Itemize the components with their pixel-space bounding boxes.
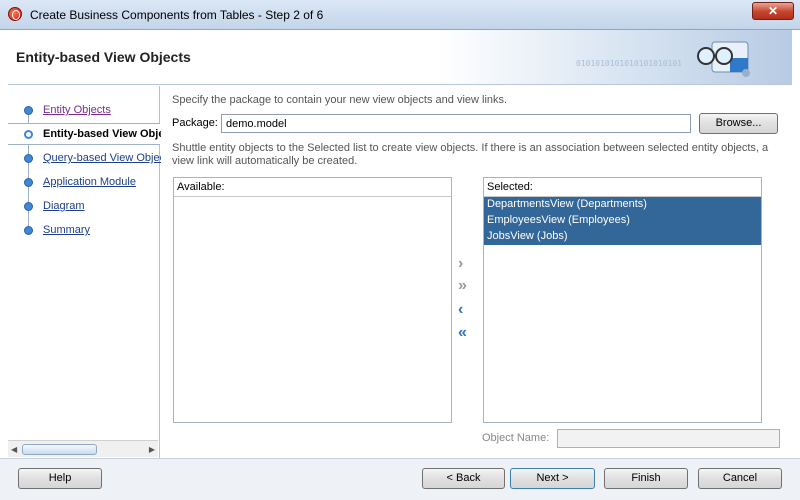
back-button[interactable]: < Back <box>422 468 505 489</box>
window-close-button[interactable]: ✕ <box>752 2 794 20</box>
scroll-left-arrow-icon[interactable]: ◀ <box>11 445 17 454</box>
finish-button[interactable]: Finish <box>604 468 688 489</box>
nav-item-label: Entity Objects <box>43 104 111 116</box>
step-dot-icon <box>24 130 33 139</box>
nav-item-label: Entity-based View Objects <box>43 128 181 140</box>
selected-list-header: Selected: <box>484 178 761 197</box>
scrollbar-thumb[interactable] <box>22 444 97 455</box>
nav-item-label: Summary <box>43 224 91 236</box>
wizard-footer: Help < Back Next > Finish Cancel <box>0 458 800 500</box>
page-title: Entity-based View Objects <box>16 49 191 65</box>
glasses-icon <box>697 41 750 77</box>
nav-item-entity-objects[interactable]: Entity Objects <box>8 100 160 122</box>
nav-item-summary[interactable]: Summary <box>8 220 160 242</box>
move-all-right-icon[interactable]: » <box>458 277 467 295</box>
window-title: Create Business Components from Tables -… <box>30 8 324 22</box>
step-dot-icon <box>24 226 33 235</box>
nav-item-label: Diagram <box>43 200 85 212</box>
available-list-header: Available: <box>174 178 451 197</box>
selected-list[interactable]: Selected: DepartmentsView (Departments) … <box>483 177 762 423</box>
step-dot-icon <box>24 106 33 115</box>
cancel-button[interactable]: Cancel <box>698 468 782 489</box>
shuttle-description-line-1: Shuttle entity objects to the Selected l… <box>172 142 769 154</box>
move-all-left-icon[interactable]: « <box>458 324 467 342</box>
wizard-header: Entity-based View Objects 01010101010101… <box>8 30 792 85</box>
package-label: Package: <box>172 117 218 129</box>
object-name-label: Object Name: <box>482 432 550 444</box>
list-item[interactable]: EmployeesView (Employees) <box>484 213 761 229</box>
header-binary-decoration: 0101010101010101010101 <box>576 59 682 68</box>
step-dot-icon <box>24 178 33 187</box>
list-item[interactable]: DepartmentsView (Departments) <box>484 197 761 213</box>
nav-horizontal-scrollbar[interactable]: ◀ ▶ <box>8 440 158 457</box>
nav-item-query-based-view-objects[interactable]: Query-based View Objects <box>8 148 174 170</box>
step-dot-icon <box>24 154 33 163</box>
available-list[interactable]: Available: <box>173 177 452 423</box>
wizard-main-panel: Specify the package to contain your new … <box>161 86 792 458</box>
move-right-icon[interactable]: › <box>458 255 463 273</box>
next-button[interactable]: Next > <box>510 468 595 489</box>
shuttle-description-line-2: view link will automatically be created. <box>172 155 358 167</box>
package-description: Specify the package to contain your new … <box>172 94 508 106</box>
nav-item-entity-based-view-objects[interactable]: Entity-based View Objects <box>8 123 180 145</box>
nav-item-label: Query-based View Objects <box>43 152 174 164</box>
window-title-bar: Create Business Components from Tables -… <box>0 0 800 30</box>
nav-item-diagram[interactable]: Diagram <box>8 196 160 218</box>
object-name-field[interactable] <box>557 429 780 448</box>
nav-item-label: Application Module <box>43 176 136 188</box>
move-left-icon[interactable]: ‹ <box>458 301 463 319</box>
scroll-right-arrow-icon[interactable]: ▶ <box>149 445 155 454</box>
nav-item-application-module[interactable]: Application Module <box>8 172 160 194</box>
help-button[interactable]: Help <box>18 468 102 489</box>
step-dot-icon <box>24 202 33 211</box>
browse-button[interactable]: Browse... <box>699 113 778 134</box>
list-item[interactable]: JobsView (Jobs) <box>484 229 761 245</box>
package-input[interactable] <box>221 114 691 133</box>
wizard-step-navigation: Entity Objects Entity-based View Objects… <box>8 86 180 458</box>
jdeveloper-app-icon <box>8 7 22 21</box>
